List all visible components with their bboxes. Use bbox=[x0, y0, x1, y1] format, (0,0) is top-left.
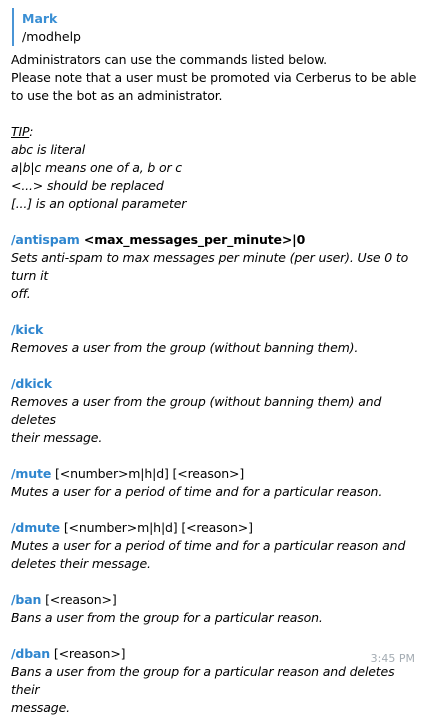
command-description: Removes a user from the group (without b… bbox=[11, 394, 382, 427]
command-description: Bans a user from the group for a particu… bbox=[11, 664, 395, 697]
command-link[interactable]: /mute bbox=[11, 466, 51, 481]
command-description: their message. bbox=[11, 430, 103, 445]
command-heading: /dban [<reason>] bbox=[11, 645, 417, 663]
reply-author: Mark bbox=[22, 11, 58, 26]
intro-line-2: Please note that a user must be promoted… bbox=[11, 70, 417, 85]
command-description: Mutes a user for a period of time and fo… bbox=[11, 538, 406, 553]
command-link[interactable]: /dmute bbox=[11, 520, 60, 535]
command-description: Sets anti-spam to max messages per minut… bbox=[11, 250, 409, 283]
command-link[interactable]: /ban bbox=[11, 592, 41, 607]
command-args: [<number>m|h|d] [<reason>] bbox=[60, 520, 253, 535]
tip-label: TIP bbox=[11, 124, 30, 139]
command-args: <max_messages_per_minute>|0 bbox=[79, 232, 306, 247]
command-description: off. bbox=[11, 286, 31, 301]
command-description: message. bbox=[11, 700, 70, 715]
command-args: [<number>m|h|d] [<reason>] bbox=[51, 466, 245, 481]
command-args: [<reason>] bbox=[50, 646, 126, 661]
tip-line: a|b|c means one of a, b or c bbox=[11, 160, 183, 175]
tip-heading: TIP: bbox=[11, 123, 417, 141]
command-heading: /mute [<number>m|h|d] [<reason>] bbox=[11, 465, 417, 483]
tip-line: [...] is an optional parameter bbox=[11, 196, 187, 211]
message-body: Administrators can use the commands list… bbox=[11, 51, 417, 717]
command-link[interactable]: /antispam bbox=[11, 232, 80, 247]
command-description: Removes a user from the group (without b… bbox=[11, 340, 359, 355]
tip-line: <...> should be replaced bbox=[11, 178, 164, 193]
command-link[interactable]: /dban bbox=[11, 646, 50, 661]
command-list: /antispam <max_messages_per_minute>|0 Set… bbox=[11, 213, 417, 717]
intro-line-3: to use the bot as an administrator. bbox=[11, 88, 223, 103]
command-description: Mutes a user for a period of time and fo… bbox=[11, 484, 383, 499]
intro-line-1: Administrators can use the commands list… bbox=[11, 52, 327, 67]
command-description: Bans a user from the group for a particu… bbox=[11, 610, 323, 625]
reply-text: /modhelp bbox=[22, 29, 81, 44]
reply-quote[interactable]: Mark /modhelp bbox=[12, 8, 81, 46]
message-bubble: Mark /modhelp Administrators can use the… bbox=[0, 0, 423, 715]
command-args: [<reason>] bbox=[41, 592, 117, 607]
tip-colon: : bbox=[29, 124, 34, 139]
command-heading: /ban [<reason>] bbox=[11, 591, 417, 609]
command-link[interactable]: /kick bbox=[11, 322, 43, 337]
command-heading: /dkick bbox=[11, 375, 417, 393]
command-link[interactable]: /dkick bbox=[11, 376, 52, 391]
command-heading: /antispam <max_messages_per_minute>|0 bbox=[11, 231, 417, 249]
command-description: deletes their message. bbox=[11, 556, 151, 571]
command-heading: /dmute [<number>m|h|d] [<reason>] bbox=[11, 519, 417, 537]
message-timestamp: 3:45 PM bbox=[370, 652, 415, 665]
command-heading: /kick bbox=[11, 321, 417, 339]
tip-line: abc is literal bbox=[11, 142, 86, 157]
